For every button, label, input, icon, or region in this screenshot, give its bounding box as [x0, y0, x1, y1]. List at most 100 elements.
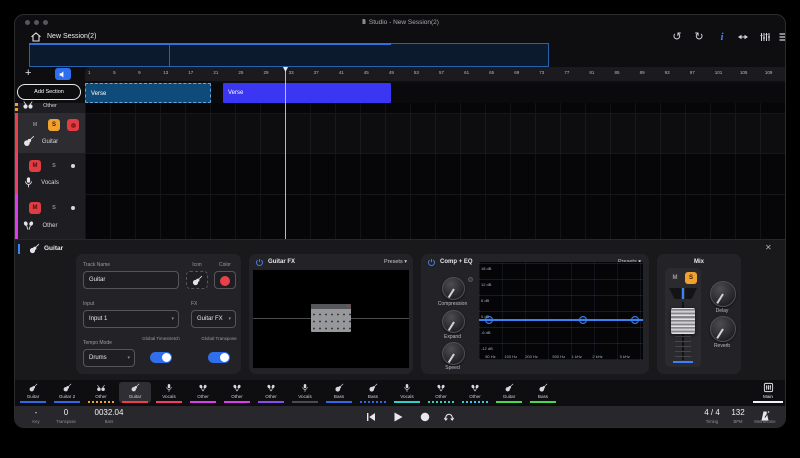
- strip-item-label: Bass: [368, 394, 378, 399]
- record-button[interactable]: [419, 411, 431, 423]
- fader-handle[interactable]: [671, 308, 695, 334]
- comp-eq-card-title: Comp + EQ: [440, 259, 473, 265]
- strip-item-other[interactable]: Other: [187, 382, 219, 403]
- ruler-tick: 9: [138, 70, 141, 75]
- expand-knob[interactable]: [442, 310, 465, 333]
- global-timestretch-toggle[interactable]: [150, 352, 172, 363]
- solo-button[interactable]: S: [48, 160, 60, 172]
- strip-item-color-line: [360, 401, 386, 403]
- solo-button[interactable]: S: [48, 202, 60, 214]
- eq-band-1-handle[interactable]: [485, 316, 493, 324]
- ruler-tick: 17: [188, 70, 193, 75]
- bar-ruler[interactable]: 1591317212529333741454953576165697377818…: [85, 67, 786, 81]
- solo-button[interactable]: S: [48, 119, 60, 131]
- timing-value[interactable]: 4 / 4: [695, 408, 729, 417]
- strip-item-bass[interactable]: Bass: [357, 382, 389, 403]
- play-button[interactable]: [392, 411, 404, 423]
- info-button[interactable]: i: [718, 31, 726, 43]
- strip-item-vocals[interactable]: Vocals: [391, 382, 423, 403]
- redo-button[interactable]: ↻: [693, 31, 705, 43]
- reverb-knob[interactable]: [710, 316, 736, 342]
- bpm-value[interactable]: 132: [725, 408, 751, 417]
- fx-presets-dropdown[interactable]: Presets ▾: [384, 259, 407, 265]
- playhead[interactable]: [285, 67, 286, 239]
- chevron-down-icon: ▾: [171, 311, 174, 327]
- strip-item-other[interactable]: Other: [221, 382, 253, 403]
- add-section-button[interactable]: Add Section: [17, 84, 81, 100]
- track-icon-button[interactable]: [186, 271, 208, 289]
- record-arm-button[interactable]: [67, 202, 79, 214]
- track-header-other[interactable]: M S Other: [15, 194, 85, 239]
- tuner-button[interactable]: [759, 31, 771, 43]
- track-header-guitar[interactable]: M S Guitar: [15, 113, 85, 153]
- power-icon[interactable]: [427, 258, 436, 267]
- mute-button[interactable]: M: [29, 202, 41, 214]
- record-arm-button[interactable]: [67, 119, 79, 131]
- eq-band-3-handle[interactable]: [631, 316, 639, 324]
- home-button[interactable]: [30, 31, 42, 43]
- main-mix-button[interactable]: Main: [751, 382, 785, 403]
- menu-button[interactable]: [778, 31, 786, 43]
- tempo-mode-dropdown[interactable]: Drums▾: [83, 349, 135, 367]
- delay-knob[interactable]: [710, 281, 736, 307]
- strip-item-label: Vocals: [162, 394, 176, 399]
- track-header-vocals[interactable]: M S Vocals: [15, 153, 85, 194]
- transpose-value[interactable]: 0: [53, 408, 79, 417]
- strip-item-bass[interactable]: Bass: [527, 382, 559, 403]
- fx-viewport[interactable]: [253, 270, 409, 368]
- drums-icon: [96, 383, 106, 393]
- fit-view-button[interactable]: [737, 31, 749, 43]
- section-verse-2[interactable]: Verse: [223, 83, 391, 103]
- record-arm-button[interactable]: [67, 160, 79, 172]
- speed-knob[interactable]: [442, 342, 465, 365]
- pan-control[interactable]: [669, 288, 697, 299]
- mix-solo-button[interactable]: S: [685, 272, 697, 284]
- mic-icon: [402, 383, 412, 393]
- input-dropdown[interactable]: Input 1▾: [83, 310, 179, 328]
- strip-item-guitar[interactable]: Guitar: [493, 382, 525, 403]
- power-icon[interactable]: [255, 258, 264, 267]
- strip-item-other[interactable]: Other: [85, 382, 117, 403]
- metronome-label: Metronome: [746, 419, 784, 424]
- ruler-tick: 37: [314, 70, 319, 75]
- strip-item-other[interactable]: Other: [425, 382, 457, 403]
- monitor-button[interactable]: [55, 68, 71, 80]
- close-panel-button[interactable]: ✕: [765, 243, 772, 252]
- mute-button[interactable]: M: [29, 119, 41, 131]
- strip-item-label: Other: [469, 394, 481, 399]
- fx-dropdown[interactable]: Guitar FX▾: [191, 310, 236, 328]
- add-track-button[interactable]: +: [25, 66, 31, 80]
- loop-button[interactable]: [443, 411, 455, 423]
- eq-y-label: -12 dB: [481, 346, 493, 351]
- strip-item-vocals[interactable]: Vocals: [289, 382, 321, 403]
- speaker-icon: [58, 70, 68, 79]
- tracks-area: Other M S Guitar M S Vocals M S Oth: [15, 103, 786, 239]
- strip-item-guitar[interactable]: Guitar: [17, 382, 49, 403]
- transpose-label: Transpose: [53, 419, 79, 424]
- mute-button[interactable]: M: [29, 160, 41, 172]
- overview-section-2[interactable]: [170, 44, 549, 66]
- strip-item-vocals[interactable]: Vocals: [153, 382, 185, 403]
- track-color-button[interactable]: [214, 271, 236, 289]
- compression-knob[interactable]: [442, 277, 465, 300]
- global-transpose-toggle[interactable]: [208, 352, 230, 363]
- strip-item-bass[interactable]: Bass: [323, 382, 355, 403]
- arrangement-overview[interactable]: [29, 43, 549, 67]
- eq-x-label: 200 Hz: [525, 354, 538, 359]
- eq-band-2-handle[interactable]: [579, 316, 587, 324]
- bars-value[interactable]: 0032.04: [83, 408, 135, 417]
- key-value[interactable]: -: [23, 408, 49, 417]
- strip-item-other[interactable]: Other: [255, 382, 287, 403]
- strip-item-other[interactable]: Other: [459, 382, 491, 403]
- eq-graph[interactable]: 18 dB12 dB6 dB0 dB-6 dB-12 dB 50 Hz100 H…: [479, 262, 643, 360]
- mix-mute-button[interactable]: M: [669, 272, 681, 284]
- strip-item-guitar-2[interactable]: Guitar 2: [51, 382, 83, 403]
- track-header-other-top[interactable]: Other: [15, 103, 85, 113]
- overview-section-1[interactable]: [30, 44, 170, 66]
- global-transpose-label: Global Transpose: [196, 336, 242, 342]
- section-verse-1[interactable]: Verse: [85, 83, 211, 103]
- strip-item-guitar[interactable]: Guitar: [119, 382, 151, 403]
- track-name-input[interactable]: Guitar: [83, 271, 179, 289]
- rewind-button[interactable]: [365, 411, 377, 423]
- undo-button[interactable]: ↺: [671, 31, 683, 43]
